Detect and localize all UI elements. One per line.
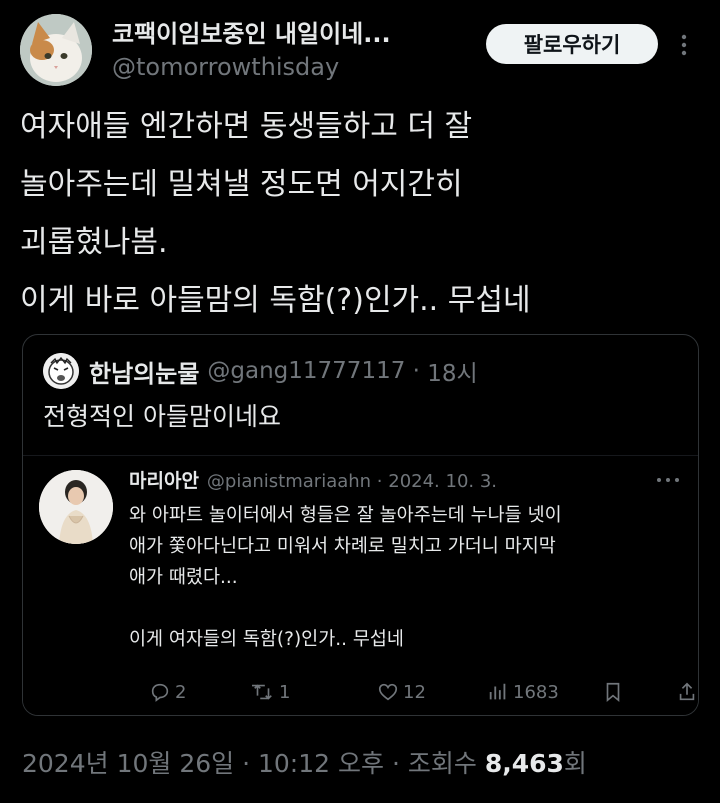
views-suffix: 회	[563, 749, 587, 778]
quoted-author-name: 한남의눈물	[89, 359, 200, 388]
inner-date: 2024. 10. 3.	[388, 471, 498, 492]
quoted-tweet-header: 한남의눈물 @gang11777117 · 18시	[43, 353, 478, 389]
tweet-text: 여자애들 엔간하면 동생들하고 더 잘 놀아주는데 밀쳐낼 정도면 어지간히 괴…	[20, 98, 700, 330]
heart-icon	[378, 683, 398, 701]
reply-icon	[151, 683, 169, 702]
tweet-date[interactable]: 2024년 10월 26일	[22, 749, 234, 778]
separator-dot: ·	[391, 749, 408, 778]
views-label: 조회수	[407, 749, 477, 778]
reply-count: 2	[175, 681, 187, 703]
author-display-name[interactable]: 코팩이임보중인 내일이네...	[112, 18, 472, 50]
inner-tweet-line: 이게 여자들의 독함(?)인가.. 무섭네	[129, 629, 404, 650]
embedded-tweet-image[interactable]: 마리아안 @pianistmariaahn · 2024. 10. 3. 와 아…	[23, 455, 698, 715]
retweet-icon	[252, 684, 272, 700]
tweet-header: 코팩이임보중인 내일이네... @tomorrowthisday 팔로우하기	[20, 14, 700, 86]
quoted-time: 18시	[427, 361, 478, 387]
author-avatar[interactable]	[20, 14, 92, 86]
cat-avatar-icon	[20, 14, 92, 86]
quoted-author-avatar	[43, 353, 79, 389]
views-chart-icon	[489, 683, 506, 700]
separator-dot: ·	[242, 749, 258, 778]
separator-dot: ·	[371, 471, 389, 492]
share-icon	[677, 678, 698, 706]
views-total: 8,463	[484, 749, 564, 778]
woman-portrait-avatar-icon	[39, 470, 113, 544]
inner-author-name: 마리아안	[129, 470, 199, 492]
inner-more-icon	[651, 472, 685, 486]
inner-tweet-text: 와 아파트 놀이터에서 형들은 잘 놀아주는데 누나들 넷이 애가 쫓아다닌다고…	[129, 500, 562, 655]
inner-tweet-line	[129, 593, 562, 624]
views-count: 1683	[513, 681, 559, 703]
tweet-line: 괴롭혔나봄.	[20, 225, 168, 260]
inner-tweet-line: 와 아파트 놀이터에서 형들은 잘 놀아주는데 누나들 넷이	[129, 505, 562, 526]
like-count: 12	[403, 681, 426, 703]
author-names: 코팩이임보중인 내일이네... @tomorrowthisday	[112, 18, 472, 84]
bookmark-icon	[603, 678, 627, 706]
inner-reply-stat: 2	[149, 678, 186, 706]
inner-views-stat: 1683	[487, 678, 559, 706]
tweet-line: 이게 바로 아들맘의 독함(?)인가.. 무섭네	[20, 283, 531, 318]
quoted-tweet-card[interactable]: 한남의눈물 @gang11777117 · 18시 전형적인 아들맘이네요 마리…	[22, 334, 699, 716]
quoted-tweet-text: 전형적인 아들맘이네요	[43, 402, 281, 431]
tweet-footer: 2024년 10월 26일 · 10:12 오후 · 조회수 8,463회	[22, 744, 702, 784]
crying-face-avatar-icon	[43, 353, 79, 389]
quoted-author-handle: @gang11777117	[207, 358, 406, 384]
inner-tweet-header: 마리아안 @pianistmariaahn · 2024. 10. 3.	[129, 466, 497, 493]
separator-dot: ·	[405, 358, 428, 384]
retweet-count: 1	[279, 681, 291, 703]
inner-author-avatar	[39, 470, 113, 544]
inner-like-stat: 12	[377, 678, 426, 706]
more-options-icon[interactable]	[672, 30, 696, 60]
tweet-line: 여자애들 엔간하면 동생들하고 더 잘	[20, 109, 473, 144]
inner-retweet-stat: 1	[251, 678, 290, 706]
inner-tweet-line: 애가 때렸다...	[129, 567, 238, 588]
inner-tweet-line: 애가 쫓아다닌다고 미워서 차례로 밀치고 가더니 마지막	[129, 536, 556, 557]
inner-action-bar: 2 1 12 1683	[129, 678, 695, 706]
tweet-line: 놀아주는데 밀쳐낼 정도면 어지간히	[20, 167, 463, 202]
inner-author-handle: @pianistmariaahn	[206, 471, 372, 492]
follow-button[interactable]: 팔로우하기	[486, 24, 658, 64]
tweet-time[interactable]: 10:12 오후	[258, 749, 384, 778]
author-handle[interactable]: @tomorrowthisday	[112, 50, 472, 84]
